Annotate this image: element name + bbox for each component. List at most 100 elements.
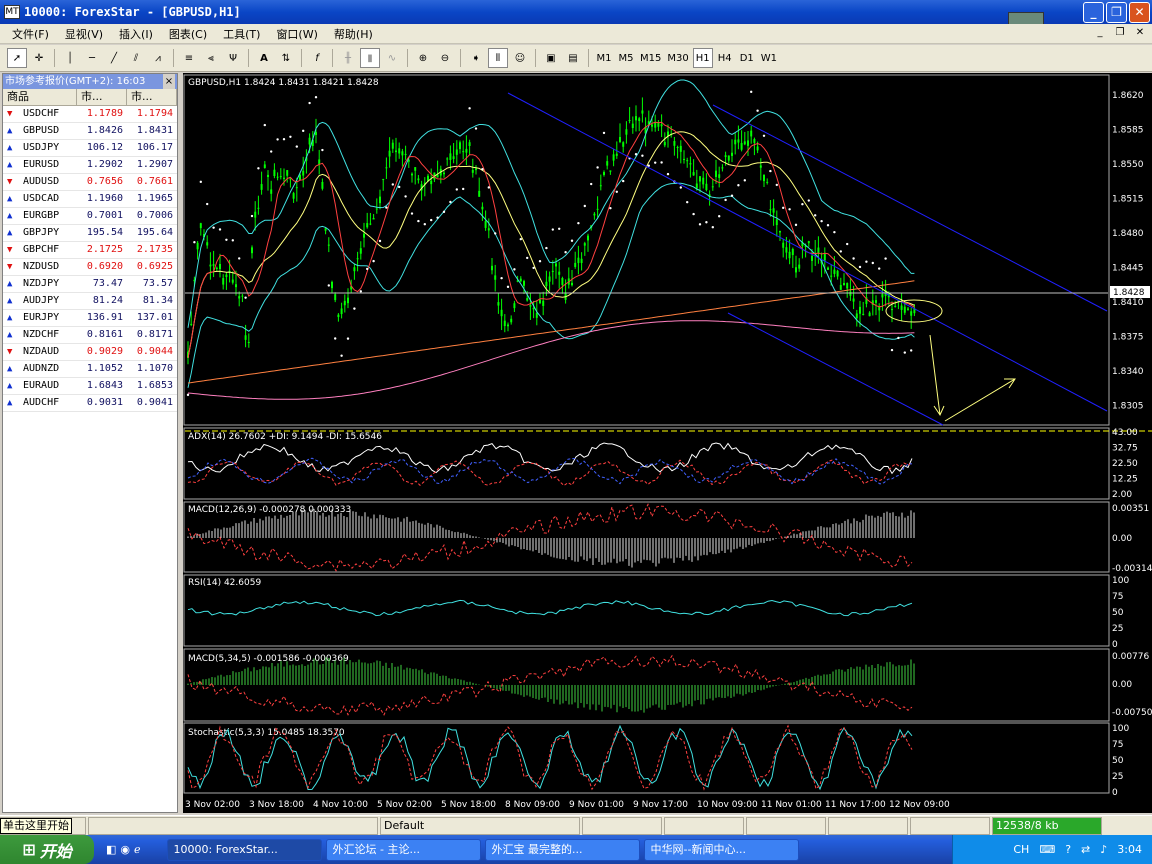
menu-file[interactable]: 文件(F) <box>4 26 57 42</box>
menu-window[interactable]: 窗口(W) <box>268 26 325 42</box>
media-player-icon[interactable]: ◉ <box>120 843 130 856</box>
quote-row[interactable]: ▼ AUDUSD 0.7656 0.7661 <box>3 174 177 191</box>
macd1-tick: -0.00314 <box>1112 564 1152 574</box>
sar-dot <box>225 238 228 242</box>
arrow-up-icon: ▲ <box>7 381 13 391</box>
quote-row[interactable]: ▲ USDJPY 106.12 106.17 <box>3 140 177 157</box>
quote-row[interactable]: ▲ EURUSD 1.2902 1.2907 <box>3 157 177 174</box>
col-ask[interactable]: 市... <box>127 89 177 105</box>
candlestick-icon[interactable]: ▮ <box>360 48 380 68</box>
templates-icon[interactable]: ▣ <box>541 48 561 68</box>
chart-shift-icon[interactable]: ⦀ <box>488 48 508 68</box>
adx-tick: 12.25 <box>1112 475 1138 485</box>
autoscroll-icon[interactable]: ➧ <box>466 48 486 68</box>
menu-help[interactable]: 帮助(H) <box>326 26 381 42</box>
candle-body <box>459 142 461 150</box>
quote-row[interactable]: ▲ USDCAD 1.1960 1.1965 <box>3 191 177 208</box>
volume-icon[interactable]: ♪ <box>1100 843 1107 856</box>
start-button[interactable]: ⊞ 开始 <box>0 835 94 864</box>
ie-icon[interactable]: ℯ <box>134 843 141 856</box>
mdi-close-icon[interactable]: ✕ <box>1132 26 1148 40</box>
tf-h1-button[interactable]: H1 <box>692 48 713 68</box>
tf-w1-button[interactable]: W1 <box>759 48 779 68</box>
task-forexstar[interactable]: 10000: ForexStar... <box>166 838 322 861</box>
quote-row[interactable]: ▼ USDCHF 1.1789 1.1794 <box>3 106 177 123</box>
sar-dot <box>884 257 887 260</box>
menu-tools[interactable]: 工具(T) <box>215 26 268 42</box>
tf-m30-button[interactable]: M30 <box>665 48 690 68</box>
trendline-icon[interactable]: ╱ <box>104 48 124 68</box>
candle-body <box>638 118 641 121</box>
quote-row[interactable]: ▲ GBPJPY 195.54 195.64 <box>3 225 177 242</box>
candle-body <box>673 141 676 146</box>
cursor-tool-icon[interactable]: ➚ <box>7 48 27 68</box>
quote-row[interactable]: ▲ NZDCHF 0.8161 0.8171 <box>3 327 177 344</box>
task-china-news[interactable]: 中华网--新闻中心... <box>643 838 799 861</box>
vertical-line-icon[interactable]: │ <box>60 48 80 68</box>
candle-body <box>286 170 289 176</box>
indicators-icon[interactable]: f <box>307 48 327 68</box>
mdi-restore-icon[interactable]: ❐ <box>1112 26 1128 40</box>
task-forum[interactable]: 外汇论坛 - 主论... <box>325 838 481 861</box>
sar-dot <box>481 168 484 171</box>
network-icon[interactable]: ⇄ <box>1081 843 1090 856</box>
keyboard-icon[interactable]: ⌨ <box>1039 843 1055 856</box>
quote-row[interactable]: ▲ EURJPY 136.91 137.01 <box>3 310 177 327</box>
task-waihuibao[interactable]: 外汇宝 最完整的... <box>484 838 640 861</box>
menu-view[interactable]: 显视(V) <box>57 26 111 42</box>
stoch-tick: 0 <box>1112 788 1118 798</box>
zoom-in-icon[interactable]: ⊕ <box>413 48 433 68</box>
tf-m15-button[interactable]: M15 <box>638 48 663 68</box>
arrows-icon[interactable]: ⇅ <box>276 48 296 68</box>
close-button[interactable]: ✕ <box>1129 2 1150 23</box>
quote-row[interactable]: ▲ GBPUSD 1.8426 1.8431 <box>3 123 177 140</box>
quote-symbol: ▲ EURGBP <box>3 208 77 224</box>
text-tool-icon[interactable]: A <box>254 48 274 68</box>
candle-body <box>715 170 717 177</box>
line-chart-icon[interactable]: ∿ <box>382 48 402 68</box>
bar-chart-icon[interactable]: ╫ <box>338 48 358 68</box>
candle-body <box>353 267 356 272</box>
quote-row[interactable]: ▲ AUDNZD 1.1052 1.1070 <box>3 361 177 378</box>
tf-d1-button[interactable]: D1 <box>737 48 757 68</box>
quote-row[interactable]: ▲ EURAUD 1.6843 1.6853 <box>3 378 177 395</box>
horizontal-line-icon[interactable]: ─ <box>82 48 102 68</box>
quote-row[interactable]: ▲ EURGBP 0.7001 0.7006 <box>3 208 177 225</box>
col-bid[interactable]: 市... <box>77 89 127 105</box>
quote-row[interactable]: ▼ NZDAUD 0.9029 0.9044 <box>3 344 177 361</box>
tf-m1-button[interactable]: M1 <box>594 48 614 68</box>
candle-body <box>900 305 903 310</box>
quote-bid: 106.12 <box>86 142 123 153</box>
lang-indicator[interactable]: CH <box>1013 843 1029 856</box>
candle-body <box>743 141 746 145</box>
mdi-minimize-icon[interactable]: _ <box>1092 26 1108 40</box>
minimize-button[interactable]: _ <box>1083 2 1104 23</box>
col-symbol[interactable]: 商品 <box>3 89 77 105</box>
gann-fan-icon[interactable]: ⩘ <box>148 48 168 68</box>
desktop-icon[interactable]: ◧ <box>106 843 116 856</box>
zoom-out-icon[interactable]: ⊖ <box>435 48 455 68</box>
tf-h4-button[interactable]: H4 <box>715 48 735 68</box>
sar-dot <box>794 223 798 227</box>
maximize-button[interactable]: ❐ <box>1106 2 1127 23</box>
quote-row[interactable]: ▼ NZDUSD 0.6920 0.6925 <box>3 259 177 276</box>
pitchfork-icon[interactable]: Ψ <box>223 48 243 68</box>
periods-icon[interactable]: ▤ <box>563 48 583 68</box>
tf-m5-button[interactable]: M5 <box>616 48 636 68</box>
chart-window[interactable]: 1.8620 1.8585 1.8550 1.8515 1.8480 1.8445 1.84… <box>183 73 1152 813</box>
close-icon[interactable]: × <box>163 74 175 89</box>
menu-insert[interactable]: 插入(I) <box>111 26 161 42</box>
quote-row[interactable]: ▲ NZDJPY 73.47 73.57 <box>3 276 177 293</box>
channel-icon[interactable]: ⫽ <box>126 48 146 68</box>
fibonacci-icon[interactable]: ≡ <box>179 48 199 68</box>
expert-advisor-icon[interactable]: ☺ <box>510 48 530 68</box>
quote-row[interactable]: ▼ GBPCHF 2.1725 2.1735 <box>3 242 177 259</box>
fibo-fan-icon[interactable]: ⫷ <box>201 48 221 68</box>
menu-charts[interactable]: 图表(C) <box>161 26 215 42</box>
crosshair-icon[interactable]: ✛ <box>29 48 49 68</box>
help-icon[interactable]: ? <box>1065 843 1071 856</box>
quote-row[interactable]: ▲ AUDCHF 0.9031 0.9041 <box>3 395 177 412</box>
sar-dot <box>270 150 273 153</box>
quote-row[interactable]: ▲ AUDJPY 81.24 81.34 <box>3 293 177 310</box>
chart-canvas[interactable]: 1.8620 1.8585 1.8550 1.8515 1.8480 1.8445 1.84… <box>183 73 1152 813</box>
